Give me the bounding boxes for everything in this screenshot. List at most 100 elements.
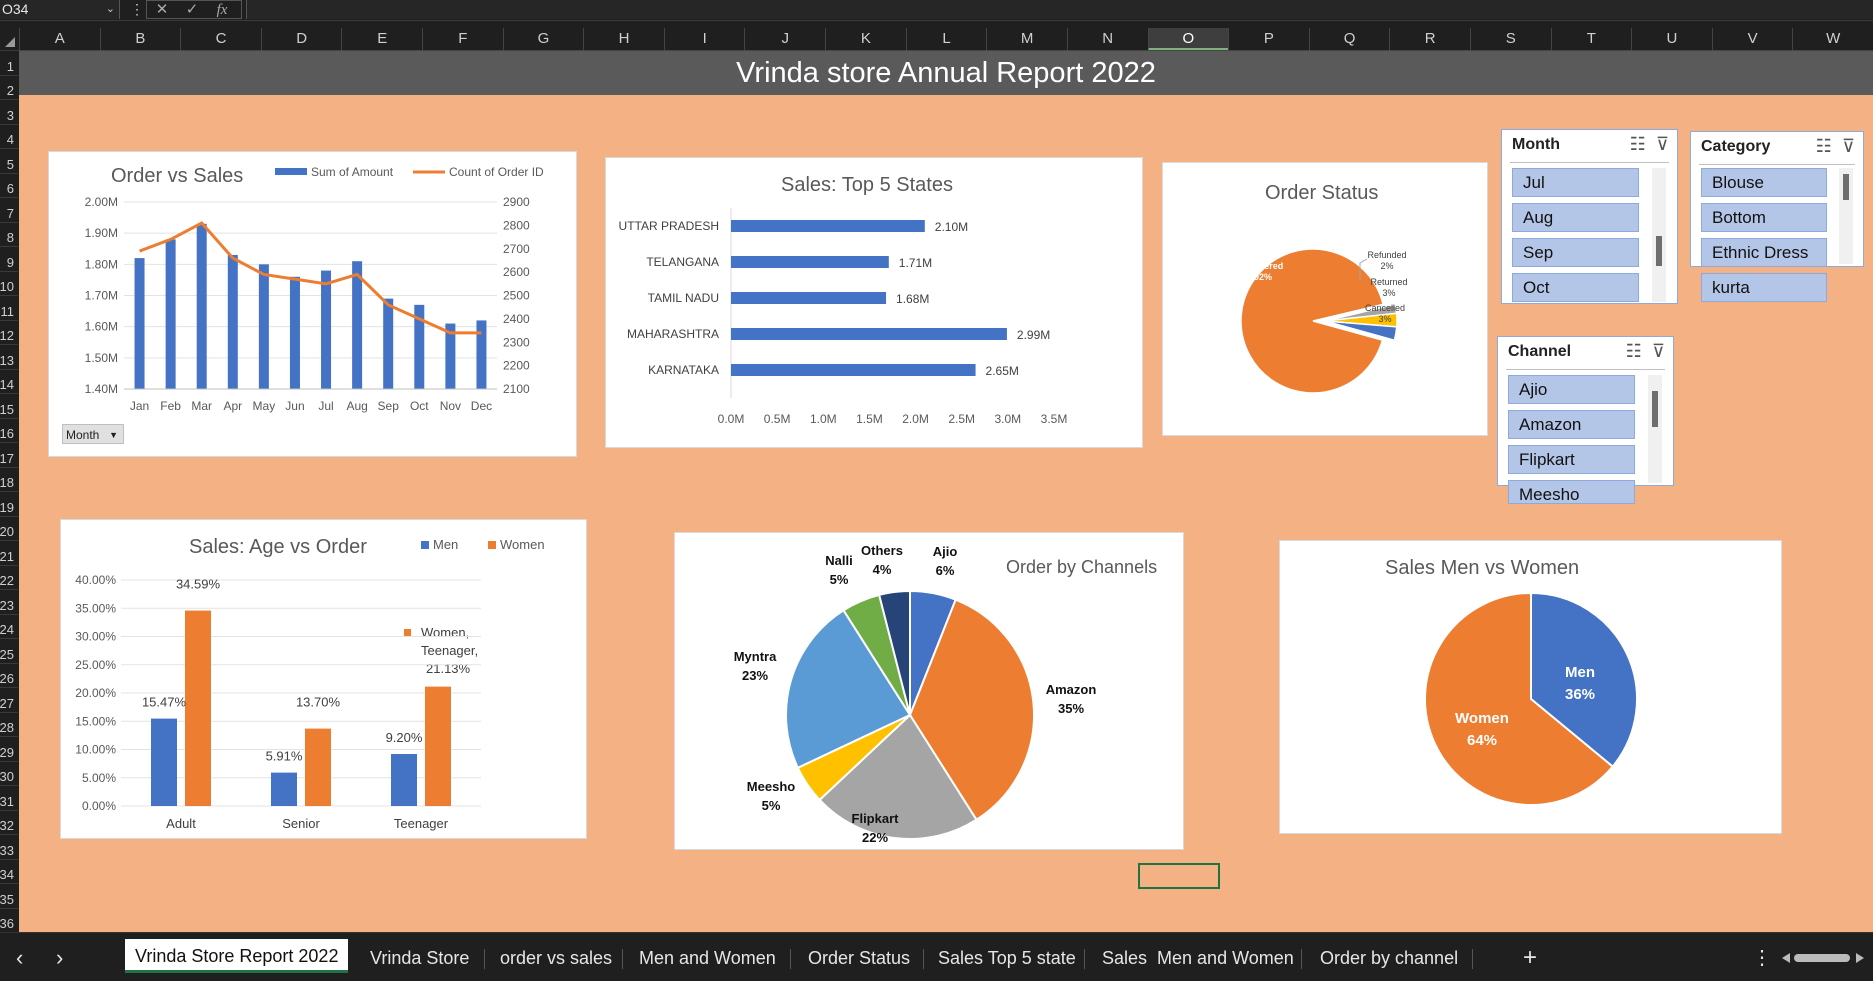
row-header-20[interactable]: 20 [0,515,18,541]
channel-slicer[interactable]: Channel ☷ ⊽ Ajio Amazon Flipkart Meesho [1497,336,1674,504]
row-header-31[interactable]: 31 [0,785,18,810]
slicer-item-jul[interactable]: Jul [1512,168,1639,197]
order-status-chart[interactable]: Order Status Delivered 92% Refunded 2% Retur… [1162,162,1488,436]
name-box[interactable]: O34 ⌄ [0,0,120,19]
slicer-item-kurta[interactable]: kurta [1701,273,1827,302]
row-header-29[interactable]: 29 [0,736,18,761]
column-header-u[interactable]: U [1631,28,1712,50]
tab-sales-men-and-women[interactable]: Sales Men and Women [1102,943,1294,973]
row-header-30[interactable]: 30 [0,760,18,786]
slicer-scrollbar[interactable] [1839,168,1853,264]
column-header-g[interactable]: G [502,28,584,50]
tab-order-vs-sales[interactable]: order vs sales [500,943,612,973]
row-header-6[interactable]: 6 [0,172,18,198]
tab-men-and-women[interactable]: Men and Women [639,943,776,973]
slicer-item-amazon[interactable]: Amazon [1508,410,1635,439]
slicer-item-oct[interactable]: Oct [1512,273,1639,302]
tab-order-status[interactable]: Order Status [808,943,910,973]
row-header-35[interactable]: 35 [0,883,18,908]
top-states-chart[interactable]: Sales: Top 5 States 0.0M 0.5M 1.0M 1.5M 2.0M… [605,157,1143,448]
clear-filter-icon[interactable]: ⊽ [1656,134,1669,154]
multiselect-icon[interactable]: ☷ [1630,134,1646,154]
column-header-w[interactable]: W [1792,28,1873,50]
multiselect-icon[interactable]: ☷ [1626,341,1642,361]
slicer-scrollbar[interactable] [1652,168,1666,302]
row-header-5[interactable]: 5 [0,148,18,173]
column-header-k[interactable]: K [825,28,906,50]
more-vertical-icon[interactable]: ⋮ [130,0,144,18]
row-header-1[interactable]: 1 [0,50,18,75]
add-sheet-button[interactable]: + [1523,943,1537,973]
row-header-13[interactable]: 13 [0,344,18,369]
category-slicer[interactable]: Category ☷ ⊽ Blouse Bottom Ethnic Dress k… [1690,131,1864,302]
column-header-o[interactable]: O [1147,28,1229,50]
order-vs-sales-chart[interactable]: Order vs Sales Sum of Amount Count of Or… [48,151,577,457]
row-header-18[interactable]: 18 [0,466,18,492]
row-header-23[interactable]: 23 [0,589,18,614]
chevron-down-icon[interactable]: ⌄ [106,0,115,19]
slicer-item-sep[interactable]: Sep [1512,238,1639,267]
column-header-r[interactable]: R [1389,28,1470,50]
slicer-item-ajio[interactable]: Ajio [1508,375,1635,404]
column-header-p[interactable]: P [1228,28,1309,50]
tab-sales-top-5-state[interactable]: Sales Top 5 state [938,943,1076,973]
multiselect-icon[interactable]: ☷ [1816,136,1832,156]
enter-icon[interactable]: ✓ [177,1,207,18]
scroll-thumb[interactable] [1656,236,1662,266]
column-header-b[interactable]: B [99,28,181,50]
slicer-item-bottom[interactable]: Bottom [1701,203,1827,232]
slicer-item-blouse[interactable]: Blouse [1701,168,1827,197]
tab-vrinda-store[interactable]: Vrinda Store [370,943,469,973]
scroll-thumb[interactable] [1794,954,1850,962]
scroll-thumb[interactable] [1843,174,1849,200]
row-header-22[interactable]: 22 [0,564,18,590]
row-header-36[interactable]: 36 [0,907,18,933]
row-header-9[interactable]: 9 [0,246,18,271]
column-header-v[interactable]: V [1711,28,1793,50]
row-header-34[interactable]: 34 [0,858,18,884]
column-header-q[interactable]: Q [1308,28,1390,50]
column-header-c[interactable]: C [180,28,261,50]
column-header-m[interactable]: M [986,28,1067,50]
row-header-11[interactable]: 11 [0,295,18,320]
column-header-l[interactable]: L [905,28,987,50]
row-header-7[interactable]: 7 [0,197,18,222]
horizontal-scrollbar[interactable] [1782,952,1868,964]
column-header-n[interactable]: N [1066,28,1148,50]
tab-order-by-channel[interactable]: Order by channel [1320,943,1458,973]
row-header-14[interactable]: 14 [0,368,18,394]
row-header-3[interactable]: 3 [0,99,18,124]
column-header-f[interactable]: F [422,28,503,50]
selected-cell[interactable] [1138,863,1220,889]
row-header-25[interactable]: 25 [0,638,18,663]
row-header-19[interactable]: 19 [0,491,18,516]
clear-filter-icon[interactable]: ⊽ [1652,341,1665,361]
cancel-icon[interactable]: ✕ [147,1,177,18]
scroll-left-arrow-icon[interactable] [1782,953,1790,963]
scroll-right-arrow-icon[interactable] [1856,953,1864,963]
month-slicer[interactable]: Month ☷ ⊽ Jul Aug Sep Oct [1501,129,1678,304]
men-vs-women-chart[interactable]: Sales Men vs Women Men 36% Women 64% [1279,540,1782,834]
row-header-24[interactable]: 24 [0,613,18,639]
slicer-item-flipkart[interactable]: Flipkart [1508,445,1635,474]
row-header-4[interactable]: 4 [0,123,18,149]
row-header-10[interactable]: 10 [0,270,18,296]
row-header-12[interactable]: 12 [0,319,18,345]
row-header-27[interactable]: 27 [0,687,18,712]
column-header-s[interactable]: S [1469,28,1551,50]
row-header-21[interactable]: 21 [0,540,18,565]
column-header-h[interactable]: H [583,28,664,50]
age-vs-order-chart[interactable]: Sales: Age vs Order Men Women Women, Tee… [60,519,587,839]
row-header-8[interactable]: 8 [0,221,18,247]
column-header-j[interactable]: J [744,28,825,50]
row-header-32[interactable]: 32 [0,809,18,835]
tab-nav-prev[interactable]: ‹ [16,943,23,973]
tab-nav-next[interactable]: › [56,943,63,973]
slicer-item-meesho[interactable]: Meesho [1508,480,1635,504]
scroll-thumb[interactable] [1652,391,1658,427]
row-header-15[interactable]: 15 [0,393,18,418]
select-all-corner[interactable] [0,28,18,50]
slicer-scrollbar[interactable] [1648,375,1662,483]
formula-input[interactable] [246,0,1873,19]
row-header-26[interactable]: 26 [0,662,18,688]
